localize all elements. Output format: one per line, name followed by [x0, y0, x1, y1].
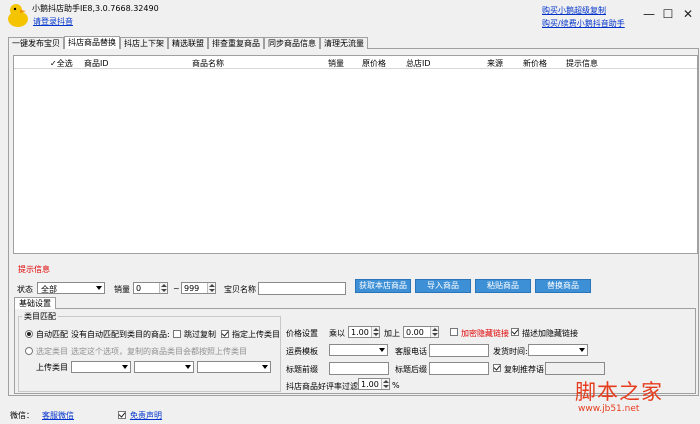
- chevron-down-icon: [185, 365, 191, 369]
- spin-arrows-icon[interactable]: [430, 327, 438, 337]
- buy-super-copy-link[interactable]: 购买小鹅超级复制: [542, 5, 606, 16]
- freight-template-label: 运费模板: [286, 347, 318, 356]
- col-source[interactable]: 来源: [487, 58, 503, 69]
- sales-range-dash: ~: [173, 284, 180, 293]
- select-category-radio[interactable]: [25, 347, 33, 355]
- chevron-down-icon: [122, 365, 128, 369]
- sales-max-stepper[interactable]: 999: [181, 282, 216, 294]
- title-suffix-input[interactable]: [429, 362, 489, 375]
- multiply-label: 乘以: [329, 329, 345, 338]
- select-all-checkbox[interactable]: ✓全选: [50, 58, 73, 69]
- customer-wechat-link[interactable]: 客服微信: [42, 410, 74, 421]
- review-filter-stepper[interactable]: 1.00: [358, 378, 390, 390]
- product-name-label: 宝贝名称: [224, 285, 256, 294]
- category-level3-select[interactable]: [197, 361, 271, 373]
- tips-label: 提示信息: [18, 265, 50, 274]
- copy-recommend-checkbox[interactable]: [493, 364, 501, 372]
- col-tip-info[interactable]: 提示信息: [566, 58, 598, 69]
- fetch-store-products-button[interactable]: 获取本店商品: [355, 279, 411, 293]
- col-sales[interactable]: 销量: [328, 58, 344, 69]
- category-level1-select[interactable]: [71, 361, 131, 373]
- tab-basic-settings[interactable]: 基础设置: [14, 297, 56, 309]
- wechat-label: 微信：: [10, 411, 34, 420]
- grid-header: ✓全选 商品ID 商品名称 销量 原价格 总店ID 来源 新价格 提示信息: [14, 56, 697, 69]
- ship-time-select[interactable]: [528, 344, 588, 356]
- app-title: 小鹅抖店助手IE8,3.0.7668.32490: [32, 4, 159, 13]
- designate-category-label[interactable]: 指定上传类目: [232, 329, 280, 340]
- encrypt-link-checkbox[interactable]: [450, 328, 458, 336]
- col-new-price[interactable]: 新价格: [523, 58, 547, 69]
- close-button[interactable]: ✕: [681, 7, 695, 21]
- add-stepper[interactable]: 0.00: [403, 326, 439, 338]
- skip-copy-checkbox[interactable]: [173, 330, 181, 338]
- status-label: 状态: [17, 285, 33, 294]
- tab-clean-traffic[interactable]: 清理无流量: [320, 37, 368, 49]
- col-product-id[interactable]: 商品ID: [84, 58, 109, 69]
- service-phone-label: 客服电话: [395, 347, 427, 356]
- title-suffix-label: 标题后缀: [395, 365, 427, 374]
- maximize-button[interactable]: ☐: [661, 7, 675, 21]
- category-match-label: 类目匹配: [22, 311, 58, 322]
- chevron-down-icon: [262, 365, 268, 369]
- buy-renew-link[interactable]: 购买/续费小鹅抖音助手: [542, 18, 625, 29]
- filter-hidden-link-checkbox[interactable]: [511, 328, 519, 336]
- chevron-down-icon: [379, 348, 385, 352]
- spin-arrows-icon[interactable]: [381, 379, 389, 389]
- product-grid[interactable]: ✓全选 商品ID 商品名称 销量 原价格 总店ID 来源 新价格 提示信息: [13, 55, 698, 254]
- service-phone-input[interactable]: [429, 344, 489, 357]
- select-category-desc: 选定这个选项，复制的商品类目会都按照上传类目: [71, 347, 247, 356]
- skip-copy-label[interactable]: 跳过复制: [184, 329, 216, 340]
- chevron-down-icon: [579, 348, 585, 352]
- import-products-button[interactable]: 导入商品: [415, 279, 471, 293]
- copy-recommend-label[interactable]: 复制推荐语: [504, 364, 544, 375]
- price-settings-label: 价格设置: [286, 329, 318, 338]
- spin-arrows-icon[interactable]: [207, 283, 215, 293]
- chevron-down-icon: [96, 286, 102, 290]
- minimize-button[interactable]: —: [642, 7, 656, 21]
- tab-alliance[interactable]: 精选联盟: [168, 37, 208, 49]
- percent-sign: %: [392, 381, 400, 390]
- tab-sync-info[interactable]: 同步商品信息: [264, 37, 320, 49]
- col-product-name[interactable]: 商品名称: [192, 58, 224, 69]
- recommend-text-input[interactable]: [545, 362, 605, 375]
- title-prefix-input[interactable]: [329, 362, 389, 375]
- spin-arrows-icon[interactable]: [159, 283, 167, 293]
- disclaimer-link[interactable]: 免责声明: [130, 410, 162, 421]
- product-name-input[interactable]: [258, 282, 346, 295]
- tab-duplicates[interactable]: 排查重复商品: [208, 37, 264, 49]
- tab-publish[interactable]: 一键发布宝贝: [8, 37, 64, 49]
- watermark-brand: 脚本之家: [575, 380, 663, 404]
- replace-products-button[interactable]: 替换商品: [535, 279, 591, 293]
- auto-match-label[interactable]: 自动匹配: [36, 329, 68, 340]
- auto-match-desc: 没有自动匹配到类目的商品:: [71, 330, 170, 339]
- col-store-id[interactable]: 总店ID: [406, 58, 431, 69]
- ship-time-label: 发货时间:: [493, 347, 528, 356]
- status-select[interactable]: 全部: [37, 282, 105, 294]
- spin-arrows-icon[interactable]: [371, 327, 379, 337]
- watermark-url: www.jb51.net: [578, 404, 640, 414]
- multiply-stepper[interactable]: 1.00: [348, 326, 380, 338]
- filter-hidden-link-label[interactable]: 描述加隐藏链接: [522, 328, 578, 339]
- tab-product-replace[interactable]: 抖店商品替换: [64, 36, 120, 49]
- login-link[interactable]: 请登录抖音: [33, 16, 73, 27]
- main-tabs: 一键发布宝贝 抖店商品替换 抖店上下架 精选联盟 排查重复商品 同步商品信息 清…: [8, 36, 368, 49]
- tab-shelf[interactable]: 抖店上下架: [120, 37, 168, 49]
- freight-template-select[interactable]: [329, 344, 388, 356]
- duck-logo-icon: [8, 4, 28, 27]
- add-label: 加上: [384, 329, 400, 338]
- encrypt-link-label[interactable]: 加密隐藏链接: [461, 328, 509, 339]
- category-level2-select[interactable]: [134, 361, 194, 373]
- upload-category-label: 上传类目: [36, 363, 68, 372]
- disclaimer-checkbox[interactable]: [118, 411, 126, 419]
- designate-category-checkbox[interactable]: [221, 330, 229, 338]
- review-filter-label: 抖店商品好评率过滤: [286, 382, 358, 391]
- title-prefix-label: 标题前缀: [286, 365, 318, 374]
- paste-products-button[interactable]: 粘贴商品: [475, 279, 531, 293]
- col-original-price[interactable]: 原价格: [362, 58, 386, 69]
- sales-min-stepper[interactable]: 0: [133, 282, 168, 294]
- auto-match-radio[interactable]: [25, 330, 33, 338]
- sales-label: 销量: [114, 285, 130, 294]
- select-category-label[interactable]: 选定类目: [36, 346, 68, 357]
